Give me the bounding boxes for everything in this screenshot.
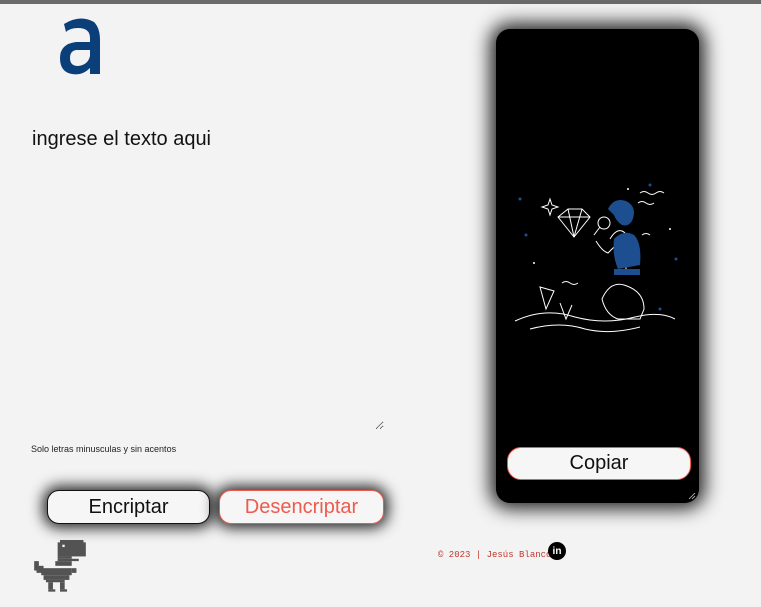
alura-logo-icon — [60, 18, 100, 75]
input-hint: Solo letras minusculas y sin acentos — [31, 444, 177, 454]
top-border — [0, 0, 761, 4]
encrypt-button[interactable]: Encriptar — [47, 490, 210, 524]
search-person-illustration — [514, 183, 678, 333]
resize-grip-icon[interactable] — [688, 492, 696, 500]
linkedin-icon[interactable]: in — [548, 542, 566, 560]
footer-credit: © 2023 | Jesús Blanco — [438, 550, 552, 560]
copy-button[interactable]: Copiar — [507, 447, 691, 480]
decrypt-button[interactable]: Desencriptar — [219, 490, 384, 524]
output-panel: Copiar — [496, 29, 699, 503]
dino-icon — [34, 540, 86, 592]
text-input[interactable] — [30, 126, 384, 430]
